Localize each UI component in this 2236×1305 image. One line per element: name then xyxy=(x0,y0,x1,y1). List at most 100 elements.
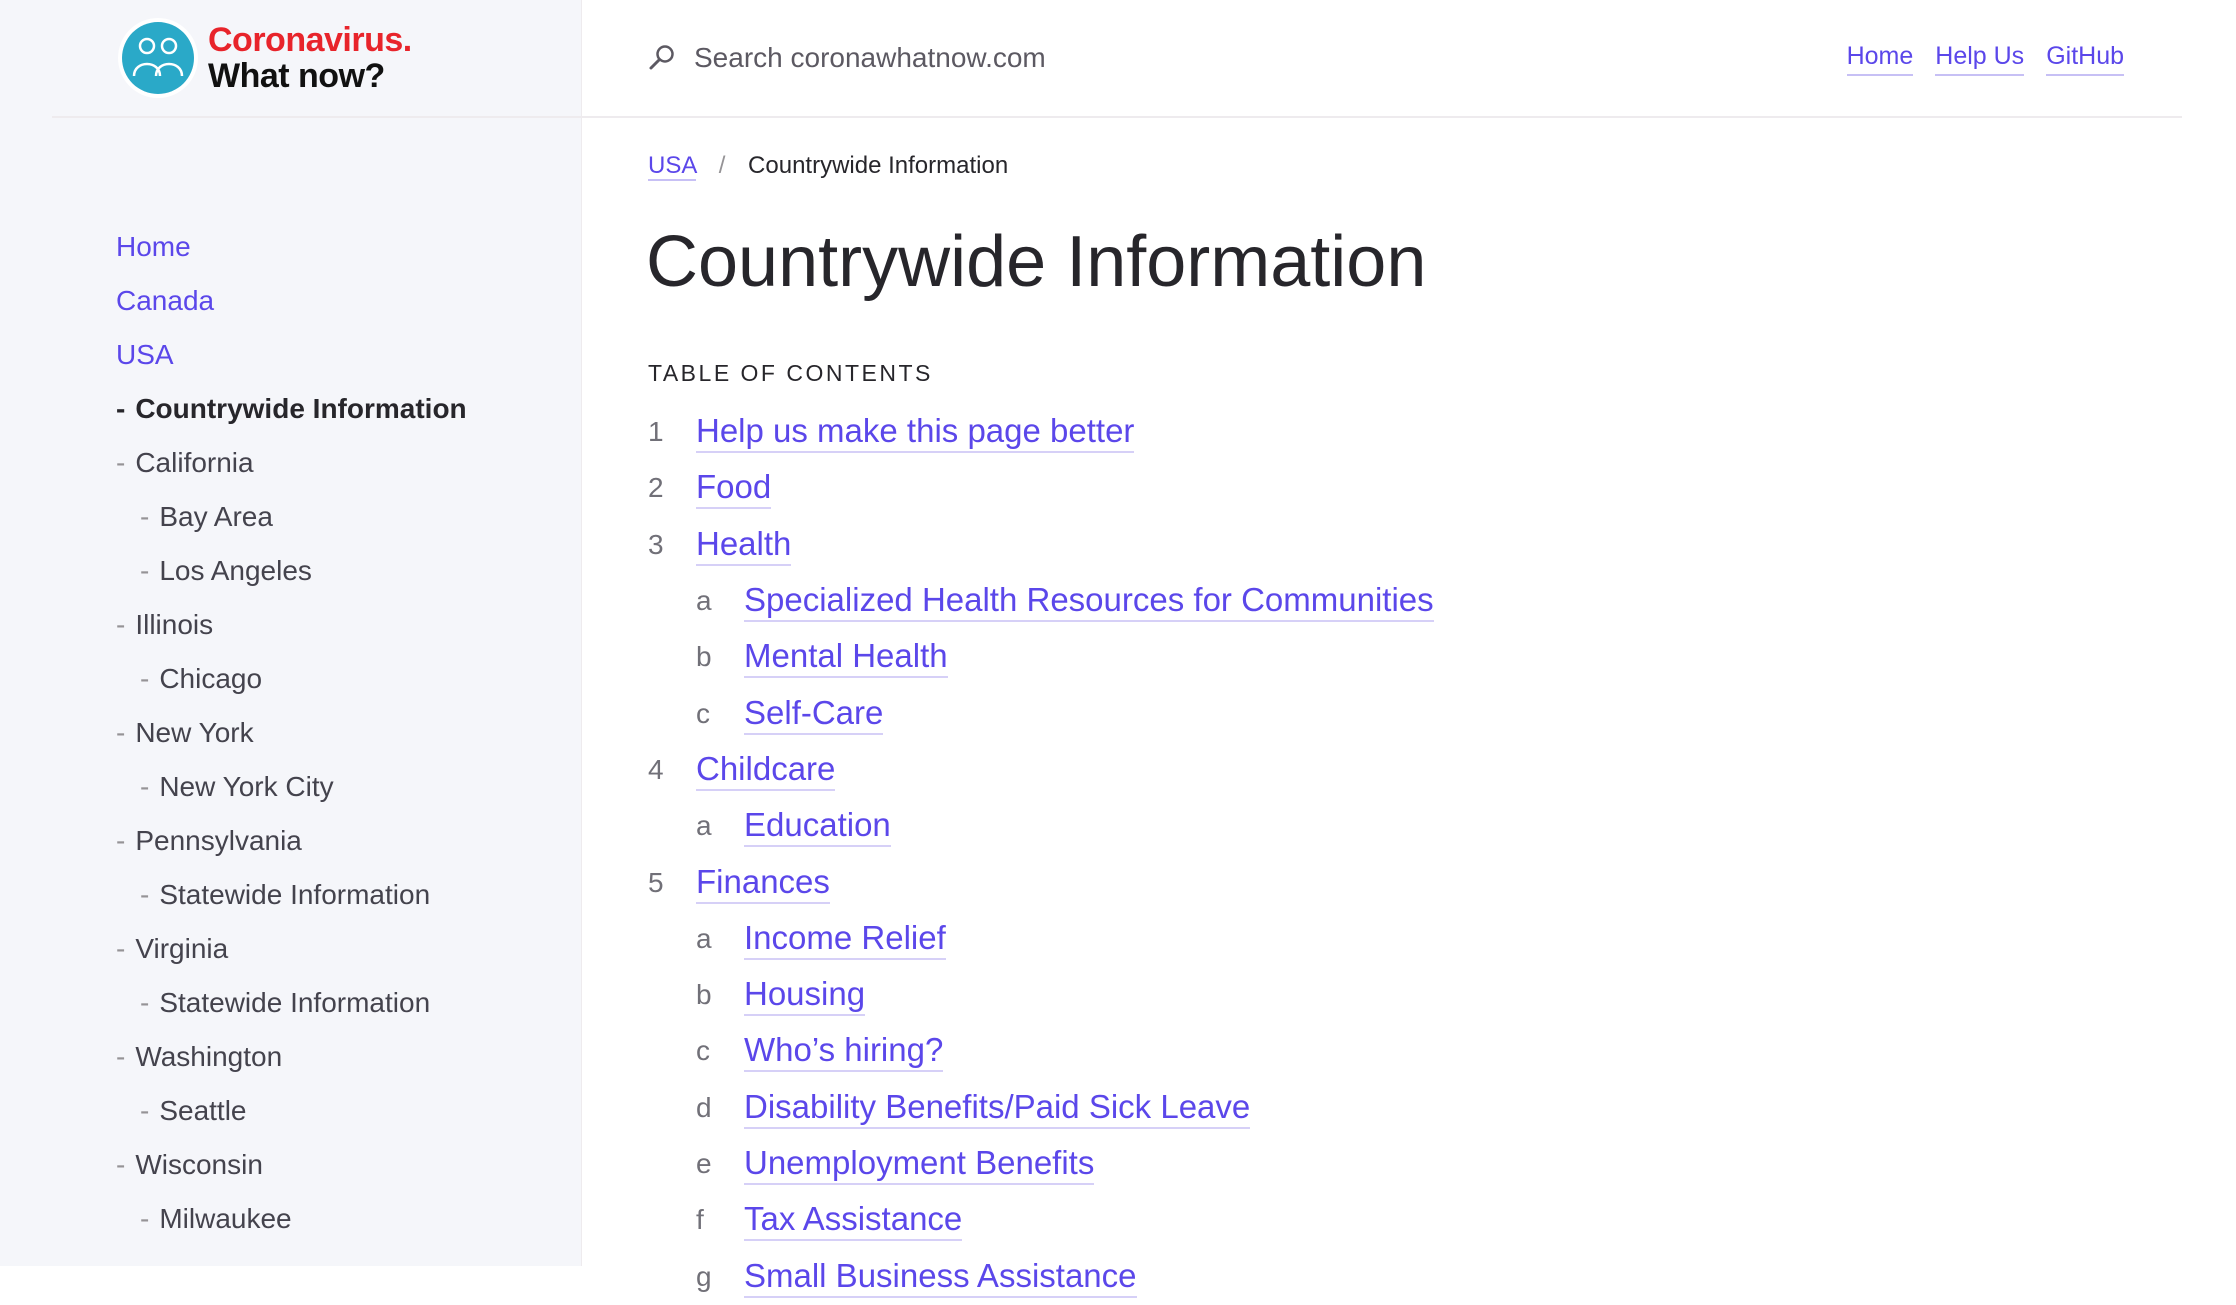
sidebar-item[interactable]: - Countrywide Information xyxy=(116,382,467,436)
toc-link[interactable]: Who’s hiring? xyxy=(744,1030,944,1073)
nav-dash: - xyxy=(140,987,150,1018)
toc-link[interactable]: Help us make this page better xyxy=(696,411,1135,454)
toc-marker: a xyxy=(696,585,712,617)
toc-item: a Income Relief xyxy=(648,911,1434,967)
sidebar-item[interactable]: - Bay Area xyxy=(116,490,467,544)
sidebar-item-label[interactable]: New York xyxy=(135,717,253,748)
sidebar-item[interactable]: Canada xyxy=(116,274,467,328)
nav-dash: - xyxy=(116,1041,126,1072)
sidebar-item[interactable]: - Illinois xyxy=(116,598,467,652)
nav-dash: - xyxy=(116,447,126,478)
sidebar-item[interactable]: - New York City xyxy=(116,760,467,814)
toc-marker: d xyxy=(696,1091,712,1123)
sidebar-item-label[interactable]: Chicago xyxy=(159,663,262,694)
toc-link[interactable]: Food xyxy=(696,467,772,510)
toc-link[interactable]: Specialized Health Resources for Communi… xyxy=(744,580,1434,623)
toc-item: c Self-Care xyxy=(648,685,1434,741)
sidebar-item[interactable]: - Statewide Information xyxy=(116,976,467,1030)
site-logo[interactable]: Coronavirus. What now? xyxy=(118,16,418,100)
sidebar-item[interactable]: Home xyxy=(116,220,467,274)
toc-marker: a xyxy=(696,810,712,842)
search-input[interactable]: Search coronawhatnow.com xyxy=(694,42,1046,74)
toc-link[interactable]: Finances xyxy=(696,862,830,904)
toc-heading: TABLE OF CONTENTS xyxy=(648,360,933,386)
toc-item: a Specialized Health Resources for Commun… xyxy=(648,573,1434,629)
toc-marker: f xyxy=(696,1204,704,1236)
toc-link[interactable]: Unemployment Benefits xyxy=(744,1143,1095,1185)
sidebar-item-label[interactable]: Virginia xyxy=(135,933,228,964)
toc-marker: 5 xyxy=(648,866,664,898)
toc-marker: 1 xyxy=(648,416,664,448)
toc-link[interactable]: Income Relief xyxy=(744,918,946,960)
toc-item: d Disability Benefits/Paid Sick Leave xyxy=(648,1080,1434,1136)
sidebar-item[interactable]: - California xyxy=(116,436,467,490)
toc-link[interactable]: Tax Assistance xyxy=(744,1199,963,1242)
sidebar-item[interactable]: - Milwaukee xyxy=(116,1192,467,1246)
logo-line-1: Coronavirus. xyxy=(208,21,412,59)
sidebar-item-label[interactable]: New York City xyxy=(159,771,333,802)
nav-dash: - xyxy=(140,1095,150,1126)
toc-marker: c xyxy=(696,697,710,729)
sidebar-item[interactable]: - Pennsylvania xyxy=(116,814,467,868)
nav-dash: - xyxy=(116,393,126,424)
toc-item: 1 Help us make this page better xyxy=(648,404,1434,460)
nav-dash: - xyxy=(140,501,150,532)
table-of-contents: 1 Help us make this page better 2 Food 3 Heal… xyxy=(648,404,1434,1305)
sidebar-item-label[interactable]: Illinois xyxy=(135,609,213,640)
sidebar-item-label[interactable]: Milwaukee xyxy=(159,1203,291,1234)
sidebar-item-label[interactable]: Wisconsin xyxy=(135,1149,263,1180)
search-bar[interactable]: Search coronawhatnow.com xyxy=(648,38,1348,78)
toc-link[interactable]: Housing xyxy=(744,974,866,1017)
sidebar-item-label[interactable]: Los Angeles xyxy=(159,555,312,586)
sidebar-item[interactable]: - Wisconsin xyxy=(116,1138,467,1192)
toc-marker: b xyxy=(696,641,712,673)
toc-marker: 4 xyxy=(648,753,664,785)
toc-marker: a xyxy=(696,922,712,954)
toc-link[interactable]: Health xyxy=(696,524,792,566)
toc-item: 2 Food xyxy=(648,460,1434,516)
sidebar-item[interactable]: - Chicago xyxy=(116,652,467,706)
toc-link[interactable]: Mental Health xyxy=(744,636,948,679)
sidebar-item[interactable]: - Seattle xyxy=(116,1084,467,1138)
toc-link[interactable]: Self-Care xyxy=(744,693,884,735)
toc-link[interactable]: Disability Benefits/Paid Sick Leave xyxy=(744,1087,1251,1129)
sidebar-item-label[interactable]: Washington xyxy=(135,1041,282,1072)
toc-marker: b xyxy=(696,979,712,1011)
toc-item: b Housing xyxy=(648,967,1434,1023)
nav-dash: - xyxy=(140,1203,150,1234)
sidebar-item-label[interactable]: Bay Area xyxy=(159,501,273,532)
toc-link[interactable]: Childcare xyxy=(696,749,836,791)
toc-item: g Small Business Assistance xyxy=(648,1248,1434,1304)
sidebar-item-label[interactable]: Pennsylvania xyxy=(135,825,302,856)
sidebar-item-label[interactable]: California xyxy=(135,447,253,478)
sidebar-item[interactable]: - Virginia xyxy=(116,922,467,976)
sidebar-item[interactable]: - Los Angeles xyxy=(116,544,467,598)
sidebar-item[interactable]: - New York xyxy=(116,706,467,760)
sidebar-item-label[interactable]: Statewide Information xyxy=(159,987,430,1018)
sidebar-item-label[interactable]: Statewide Information xyxy=(159,879,430,910)
toc-marker: 2 xyxy=(648,472,664,504)
toc-item: c Who’s hiring? xyxy=(648,1023,1434,1079)
sidebar-item-label[interactable]: Seattle xyxy=(159,1095,246,1126)
sidebar: Coronavirus. What now? Home Canada USA - Cou… xyxy=(0,0,582,1266)
nav-dash: - xyxy=(116,1149,126,1180)
sidebar-item[interactable]: - Statewide Information xyxy=(116,868,467,922)
top-nav-github[interactable]: GitHub xyxy=(2046,38,2124,76)
toc-link[interactable]: Small Business Assistance xyxy=(744,1256,1137,1298)
sidebar-item[interactable]: USA xyxy=(116,328,467,382)
logo-text: Coronavirus. What now? xyxy=(208,22,412,94)
sidebar-item-label[interactable]: USA xyxy=(116,339,174,370)
toc-item: 3 Health xyxy=(648,517,1434,573)
nav-dash: - xyxy=(140,879,150,910)
breadcrumb-separator: / xyxy=(718,152,726,179)
top-nav-help-us[interactable]: Help Us xyxy=(1935,38,2025,76)
sidebar-item-label[interactable]: Countrywide Information xyxy=(135,393,466,424)
sidebar-item-label[interactable]: Home xyxy=(116,231,191,262)
breadcrumb-parent[interactable]: USA xyxy=(648,152,697,181)
top-nav-home[interactable]: Home xyxy=(1846,38,1914,76)
sidebar-item-label[interactable]: Canada xyxy=(116,285,214,316)
sidebar-item[interactable]: - Washington xyxy=(116,1030,467,1084)
breadcrumb-current: Countrywide Information xyxy=(748,152,1009,179)
toc-item: e Unemployment Benefits xyxy=(648,1136,1434,1192)
toc-link[interactable]: Education xyxy=(744,805,891,848)
